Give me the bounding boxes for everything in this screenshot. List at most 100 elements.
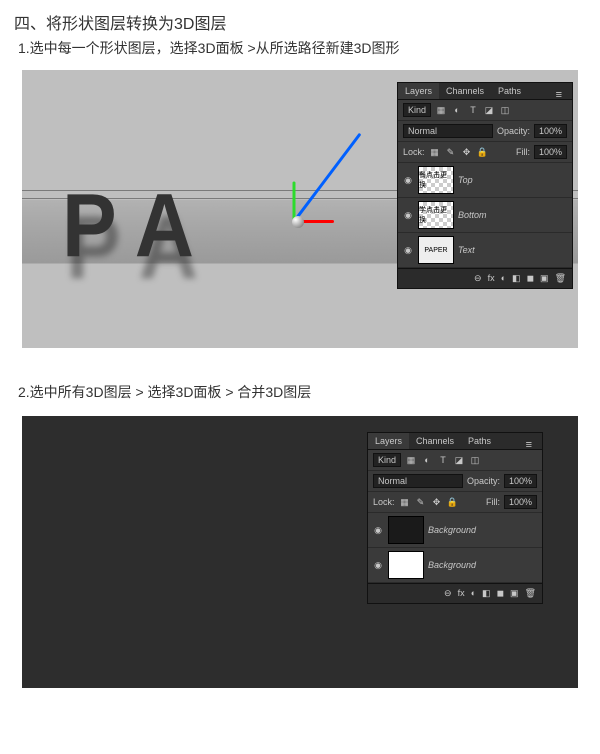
trash-icon[interactable]: 🗑	[525, 588, 536, 599]
new-layer-icon[interactable]: ▣	[540, 273, 549, 284]
kind-filter[interactable]: Kind	[373, 453, 401, 467]
tab-channels[interactable]: Channels	[409, 433, 461, 449]
tab-paths[interactable]: Paths	[461, 433, 498, 449]
filter-adjust-icon[interactable]: ◐	[421, 455, 433, 465]
gizmo-origin[interactable]	[292, 216, 304, 228]
lock-trans-icon[interactable]: ▦	[399, 497, 411, 508]
step-2-text: 2.选中所有3D图层 > 选择3D面板 > 合并3D图层	[0, 372, 600, 416]
filter-smart-icon[interactable]: ◫	[499, 105, 511, 116]
layer-row[interactable]: ◉ 餐点击更换 Top	[398, 163, 572, 198]
filter-pixel-icon[interactable]: ▦	[435, 105, 447, 116]
kind-filter[interactable]: Kind	[403, 103, 431, 117]
fill-value[interactable]: 100%	[534, 145, 567, 159]
link-icon[interactable]: ⊖	[474, 273, 482, 284]
tab-paths[interactable]: Paths	[491, 83, 528, 99]
blend-mode-select[interactable]: Normal	[403, 124, 493, 138]
filter-shape-icon[interactable]: ◪	[483, 105, 495, 116]
screenshot-1: P A Layers Channels Paths ≡ Kind ▦ ◐ T ◪…	[22, 70, 578, 348]
group-icon[interactable]: ◼	[527, 273, 534, 284]
panel-tabs[interactable]: Layers Channels Paths ≡	[368, 433, 542, 450]
layer-name[interactable]: Background	[428, 525, 538, 535]
letter-p: P	[62, 175, 117, 278]
lock-row: Lock: ▦ ✎ ✥ 🔒 Fill: 100%	[398, 142, 572, 163]
tab-channels[interactable]: Channels	[439, 83, 491, 99]
adjust-icon[interactable]: ◧	[512, 273, 521, 284]
letter-a: A	[135, 175, 194, 278]
lock-pos-icon[interactable]: ✥	[431, 497, 443, 508]
tab-layers[interactable]: Layers	[398, 83, 439, 99]
layers-list-2: ◉ Background ◉ Background	[368, 513, 542, 583]
opacity-value[interactable]: 100%	[534, 124, 567, 138]
mask-icon[interactable]: ◐	[471, 588, 476, 599]
lock-label: Lock:	[403, 147, 425, 157]
lock-pos-icon[interactable]: ✥	[461, 147, 473, 158]
lock-paint-icon[interactable]: ✎	[445, 147, 457, 158]
step-1-text: 1.选中每一个形状图层，选择3D面板 >从所选路径新建3D图形	[0, 38, 600, 70]
opacity-value[interactable]: 100%	[504, 474, 537, 488]
lock-all-icon[interactable]: 🔒	[447, 497, 459, 508]
layer-thumb[interactable]: 餐点击更换	[418, 166, 454, 194]
fx-icon[interactable]: fx	[458, 588, 465, 599]
filter-adjust-icon[interactable]: ◐	[451, 105, 463, 115]
layer-row[interactable]: ◉ 学点击更换 Bottom	[398, 198, 572, 233]
layers-list-1: ◉ 餐点击更换 Top ◉ 学点击更换 Bottom ◉ PAPER Text	[398, 163, 572, 268]
fill-label: Fill:	[486, 497, 500, 507]
layer-thumb[interactable]	[388, 551, 424, 579]
layer-row[interactable]: ◉ PAPER Text	[398, 233, 572, 268]
filter-smart-icon[interactable]: ◫	[469, 455, 481, 466]
tab-layers[interactable]: Layers	[368, 433, 409, 449]
fill-label: Fill:	[516, 147, 530, 157]
layer-thumb[interactable]	[388, 516, 424, 544]
group-icon[interactable]: ◼	[497, 588, 504, 599]
blend-mode-select[interactable]: Normal	[373, 474, 463, 488]
layer-thumb[interactable]: PAPER	[418, 236, 454, 264]
lock-row: Lock: ▦ ✎ ✥ 🔒 Fill: 100%	[368, 492, 542, 513]
section-heading: 四、将形状图层转换为3D图层	[0, 0, 600, 38]
panel-menu-icon[interactable]: ≡	[519, 436, 539, 454]
layer-row[interactable]: ◉ Background	[368, 548, 542, 583]
3d-text: P A	[62, 180, 194, 274]
screenshot-2: Layers Channels Paths ≡ Kind ▦ ◐ T ◪ ◫ N…	[22, 416, 578, 688]
layers-panel-1[interactable]: Layers Channels Paths ≡ Kind ▦ ◐ T ◪ ◫ N…	[397, 82, 573, 289]
filter-type-icon[interactable]: T	[437, 455, 449, 465]
fill-value[interactable]: 100%	[504, 495, 537, 509]
filter-shape-icon[interactable]: ◪	[453, 455, 465, 466]
new-layer-icon[interactable]: ▣	[510, 588, 519, 599]
layer-row[interactable]: ◉ Background	[368, 513, 542, 548]
adjust-icon[interactable]: ◧	[482, 588, 491, 599]
filter-row: Kind ▦ ◐ T ◪ ◫	[368, 450, 542, 471]
panel-footer: ⊖ fx ◐ ◧ ◼ ▣ 🗑	[368, 583, 542, 603]
z-axis[interactable]	[293, 133, 362, 223]
opacity-label: Opacity:	[497, 126, 530, 136]
layer-name[interactable]: Background	[428, 560, 538, 570]
lock-paint-icon[interactable]: ✎	[415, 497, 427, 508]
panel-menu-icon[interactable]: ≡	[549, 86, 569, 104]
filter-type-icon[interactable]: T	[467, 105, 479, 115]
lock-label: Lock:	[373, 497, 395, 507]
visibility-icon[interactable]: ◉	[372, 560, 384, 571]
layer-thumb[interactable]: 学点击更换	[418, 201, 454, 229]
3d-gizmo[interactable]	[272, 190, 352, 270]
layers-panel-2[interactable]: Layers Channels Paths ≡ Kind ▦ ◐ T ◪ ◫ N…	[367, 432, 543, 604]
layer-name[interactable]: Bottom	[458, 210, 568, 220]
kind-label: Kind	[408, 105, 426, 115]
layer-name[interactable]: Text	[458, 245, 568, 255]
panel-tabs[interactable]: Layers Channels Paths ≡	[398, 83, 572, 100]
panel-footer: ⊖ fx ◐ ◧ ◼ ▣ 🗑	[398, 268, 572, 288]
lock-trans-icon[interactable]: ▦	[429, 147, 441, 158]
layer-name[interactable]: Top	[458, 175, 568, 185]
opacity-label: Opacity:	[467, 476, 500, 486]
visibility-icon[interactable]: ◉	[402, 245, 414, 256]
fx-icon[interactable]: fx	[488, 273, 495, 284]
visibility-icon[interactable]: ◉	[402, 175, 414, 186]
blend-row: Normal Opacity: 100%	[368, 471, 542, 492]
lock-all-icon[interactable]: 🔒	[477, 147, 489, 158]
link-icon[interactable]: ⊖	[444, 588, 452, 599]
mask-icon[interactable]: ◐	[501, 273, 506, 284]
visibility-icon[interactable]: ◉	[402, 210, 414, 221]
filter-pixel-icon[interactable]: ▦	[405, 455, 417, 466]
filter-row: Kind ▦ ◐ T ◪ ◫	[398, 100, 572, 121]
visibility-icon[interactable]: ◉	[372, 525, 384, 536]
kind-label: Kind	[378, 455, 396, 465]
trash-icon[interactable]: 🗑	[555, 273, 566, 284]
